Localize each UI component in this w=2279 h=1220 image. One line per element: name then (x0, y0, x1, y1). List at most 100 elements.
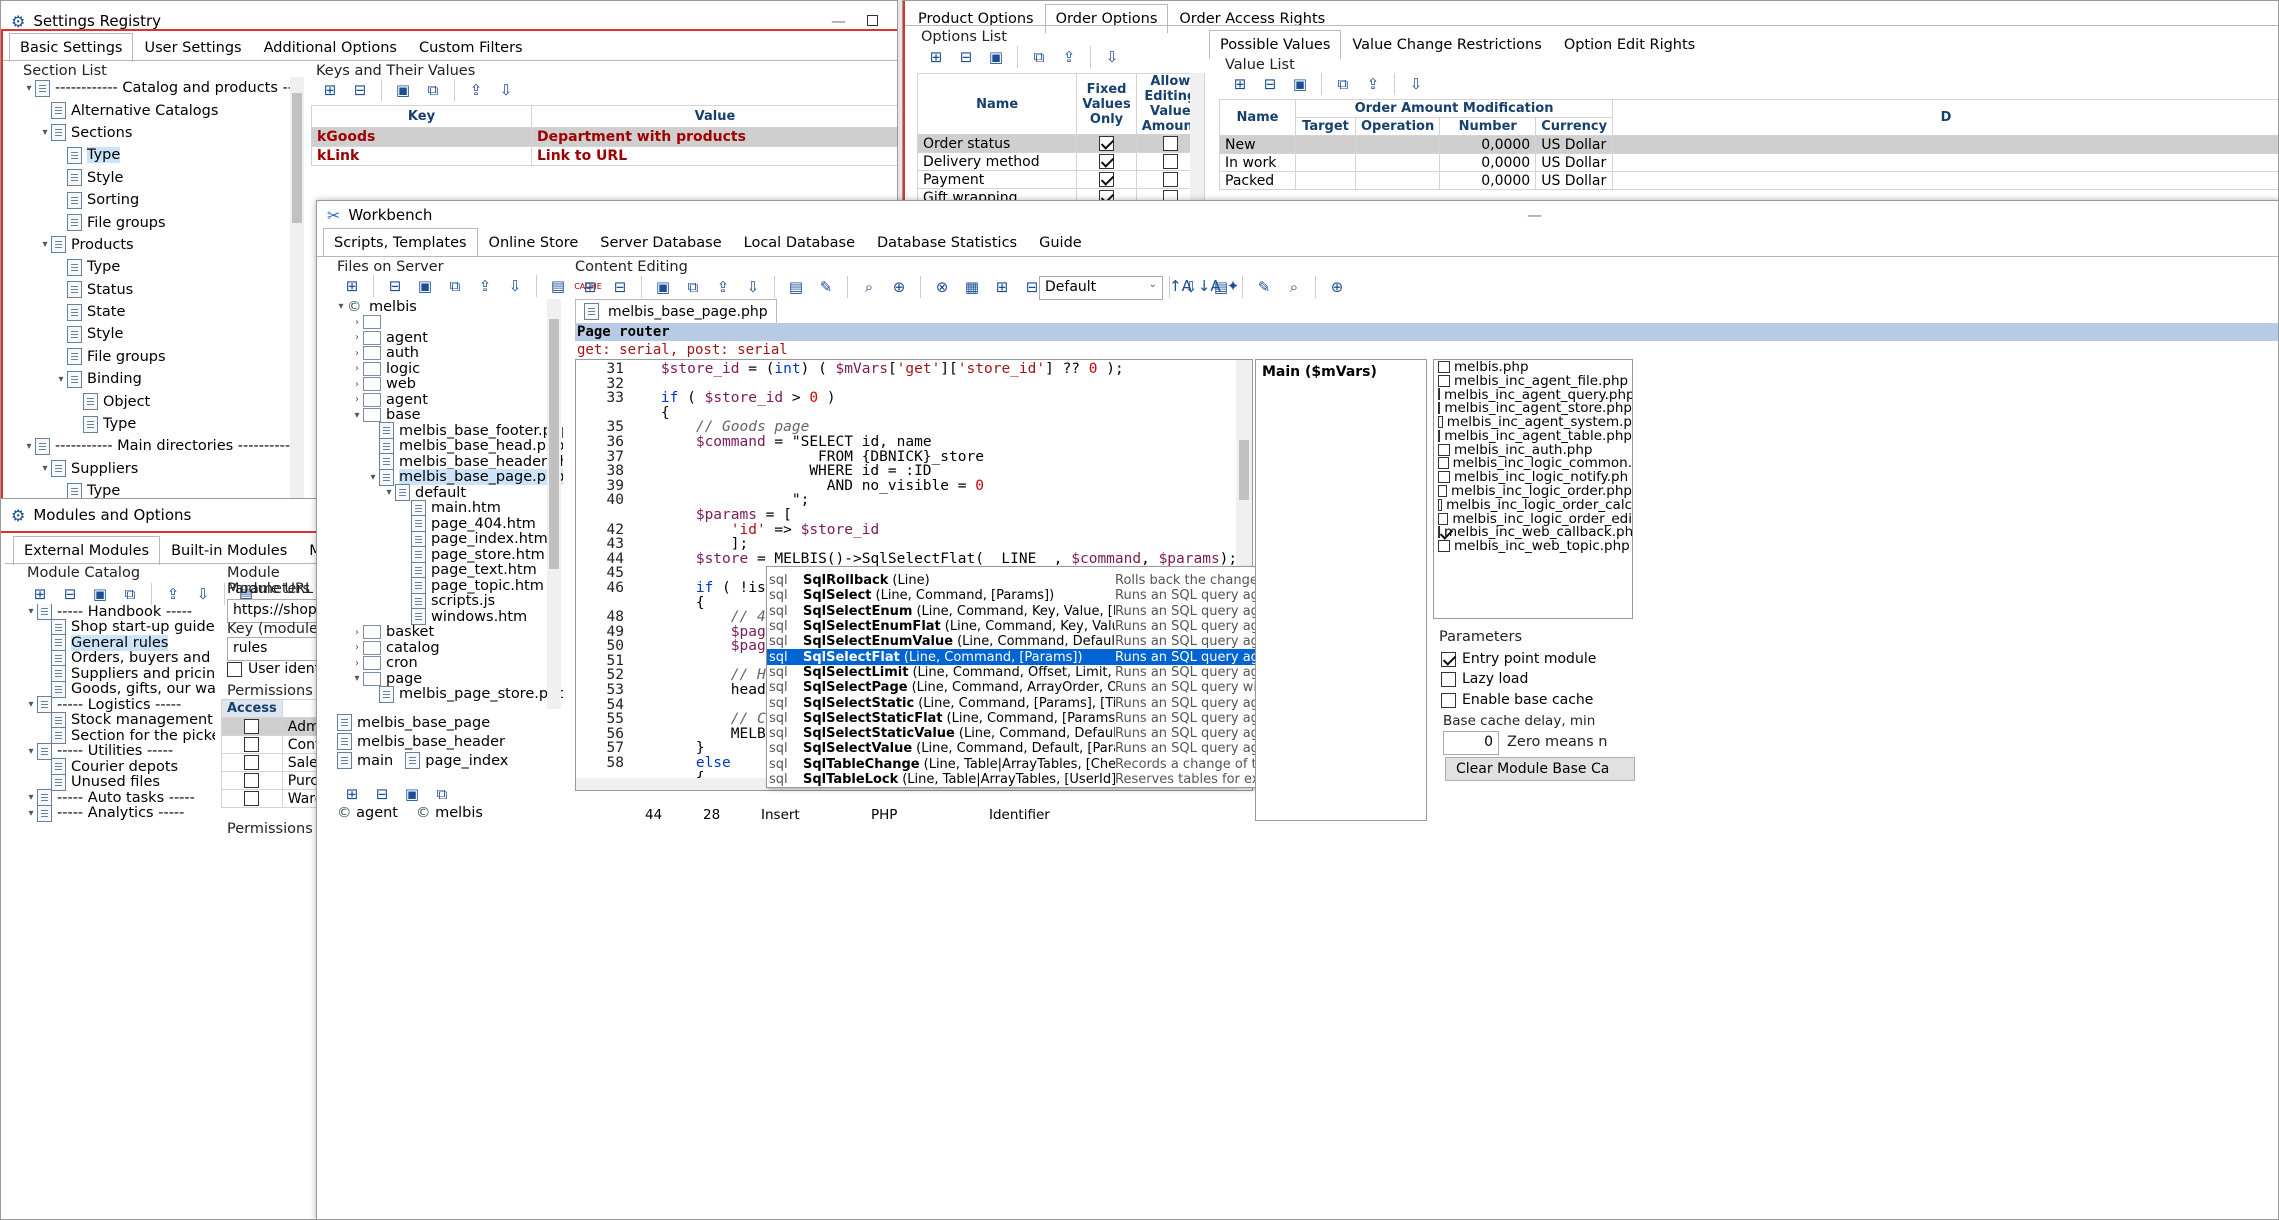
access-checkbox[interactable] (244, 755, 260, 770)
value-target[interactable] (1295, 135, 1356, 154)
file-tree-item[interactable]: melbis_base_header.php (335, 453, 563, 471)
toolbar-button-icon[interactable]: ⊟ (369, 781, 395, 807)
toolbar-button-icon[interactable]: ⊕ (886, 274, 912, 300)
code-text[interactable]: WHERE id = :ID (626, 464, 931, 479)
toolbar-button-icon[interactable]: ⇪ (1056, 44, 1082, 70)
tree-item[interactable]: Style (23, 167, 291, 189)
toolbar-button-icon[interactable]: ⇪ (472, 273, 498, 299)
root-agent[interactable]: © agent (337, 805, 398, 821)
file-tree-item[interactable]: › logic (335, 361, 563, 377)
toolbar-button-icon[interactable]: ▤ (545, 273, 571, 299)
expand-arrow-icon[interactable]: › (351, 627, 363, 638)
options-row[interactable]: Delivery method (916, 152, 1206, 171)
vars-panel[interactable]: Main ($mVars) (1255, 359, 1427, 821)
expand-arrow-icon[interactable]: ▾ (25, 808, 37, 819)
value-operation[interactable] (1354, 135, 1441, 154)
value-col-header[interactable]: Operation (1354, 117, 1441, 136)
name-header[interactable]: Name (1219, 99, 1296, 136)
minimize-icon[interactable]: — (831, 12, 846, 30)
magic-icon[interactable]: ✦ (1227, 277, 1240, 295)
enable-cache-checkbox[interactable] (1441, 692, 1456, 708)
tab-possible-values[interactable]: Possible Values (1209, 30, 1342, 59)
tree-item[interactable]: Section for the picker (25, 727, 215, 745)
toolbar-button-icon[interactable]: ⧉ (442, 273, 468, 299)
section-tree[interactable]: ▾ ------------ Catalog and products -----… (23, 77, 291, 517)
module-file-list[interactable]: melbis.php melbis_inc_agent_file.php melbi… (1433, 359, 1633, 619)
value-currency[interactable]: US Dollar (1535, 171, 1614, 190)
option-name[interactable]: Payment (916, 170, 1078, 189)
allow-checkbox[interactable] (1162, 172, 1178, 187)
tree-item[interactable]: ▾ ----- Auto tasks ----- (25, 789, 215, 807)
expand-arrow-icon[interactable]: ▾ (25, 746, 37, 757)
toolbar-button-icon[interactable]: ✎ (1251, 274, 1277, 300)
tree-item[interactable]: ▾ ------------ Catalog and products -----… (23, 77, 291, 99)
code-text[interactable]: $command = "SELECT id, name (626, 435, 932, 450)
value-currency[interactable]: US Dollar (1535, 135, 1614, 154)
toolbar-button-icon[interactable]: ⇪ (463, 77, 489, 103)
tree-item[interactable]: Suppliers and pricing (25, 665, 215, 683)
access-cell[interactable] (221, 789, 283, 808)
code-text[interactable]: FROM {DBNICK}_store (626, 449, 984, 465)
code-text[interactable]: { (626, 406, 670, 421)
scroll-thumb[interactable] (1239, 440, 1249, 500)
enable-cache-row[interactable]: Enable base cache (1441, 692, 1593, 708)
permission-row[interactable]: Wareho (221, 789, 321, 808)
expand-arrow-icon[interactable]: › (351, 394, 363, 405)
allow-checkbox[interactable] (1162, 154, 1178, 169)
toolbar-button-icon[interactable]: ▣ (412, 273, 438, 299)
expand-arrow-icon[interactable]: › (351, 642, 363, 653)
tree-item[interactable]: ▾ Sections (23, 122, 291, 144)
code-text[interactable]: 'id' => $store_id (626, 522, 879, 538)
entry-point-checkbox[interactable] (1441, 651, 1456, 667)
code-line[interactable]: 37 FROM {DBNICK}_store (576, 449, 1252, 465)
tree-item[interactable]: ▾ ----- Logistics ----- (25, 696, 215, 714)
toolbar-button-icon[interactable]: ⊞ (317, 77, 343, 103)
key-cell[interactable]: kLink (311, 146, 532, 166)
value-target[interactable] (1295, 171, 1356, 190)
toolbar-button-icon[interactable]: ⊟ (347, 77, 373, 103)
toolbar-button-icon[interactable]: ✎ (813, 274, 839, 300)
access-cell[interactable] (221, 717, 283, 736)
toolbar-button-icon[interactable]: ⊞ (1227, 71, 1253, 97)
code-line[interactable]: 38 WHERE id = :ID (576, 464, 1252, 479)
value-currency[interactable]: US Dollar (1535, 153, 1614, 172)
file-tab[interactable]: melbis_base_page.php (575, 299, 777, 323)
value-column-header[interactable]: Value (531, 105, 897, 128)
fixed-cell[interactable] (1076, 134, 1137, 153)
extra-header[interactable]: D (1612, 99, 2278, 136)
access-header[interactable]: Access (221, 699, 283, 718)
code-text[interactable]: } (626, 741, 705, 756)
code-text[interactable]: ]; (626, 537, 748, 552)
file-tree-item[interactable]: › basket (335, 624, 563, 640)
file-tree-item[interactable]: ▾ base (335, 407, 563, 423)
expand-arrow-icon[interactable]: › (351, 348, 363, 359)
tab-order-options[interactable]: Order Options (1044, 4, 1169, 33)
tree-item[interactable]: Type (23, 144, 291, 166)
toolbar-button-icon[interactable]: ⊕ (1324, 274, 1350, 300)
value-extra[interactable] (1612, 171, 2278, 190)
expand-arrow-icon[interactable]: ▾ (25, 606, 37, 617)
permission-row[interactable]: Conten (221, 735, 321, 754)
toolbar-button-icon[interactable]: ▣ (650, 274, 676, 300)
root-melbis[interactable]: © melbis (416, 805, 483, 821)
file-tree-item[interactable]: ▾ default (335, 484, 563, 502)
toolbar-button-icon[interactable]: ⊞ (339, 781, 365, 807)
tree-item[interactable]: General rules (25, 634, 215, 652)
file-tree-item[interactable]: page_index.htm (335, 530, 563, 548)
tree-item[interactable]: Orders, buyers and partners (25, 649, 215, 667)
access-cell[interactable] (221, 753, 283, 772)
file-tree-item[interactable]: › catalog (335, 640, 563, 656)
tree-item[interactable]: File groups (23, 346, 291, 368)
toolbar-button-icon[interactable]: ⧉ (429, 781, 455, 807)
module-file-checkbox[interactable] (1438, 360, 1450, 373)
file-tree-item[interactable]: page_topic.htm (335, 577, 563, 595)
file-tree-item[interactable]: › auth (335, 345, 563, 361)
module-file-checkbox[interactable] (1438, 443, 1450, 456)
tree-item[interactable]: ▾ ----- Utilities ----- (25, 742, 215, 760)
toolbar-button-icon[interactable]: ⊟ (1257, 71, 1283, 97)
options-grid-scrollbar[interactable] (1190, 73, 1204, 204)
module-file-checkbox[interactable] (1438, 416, 1443, 429)
access-checkbox[interactable] (244, 791, 260, 806)
toolbar-button-icon[interactable]: ▣ (1287, 71, 1313, 97)
open-file-item[interactable]: melbis_base_header (337, 732, 563, 751)
